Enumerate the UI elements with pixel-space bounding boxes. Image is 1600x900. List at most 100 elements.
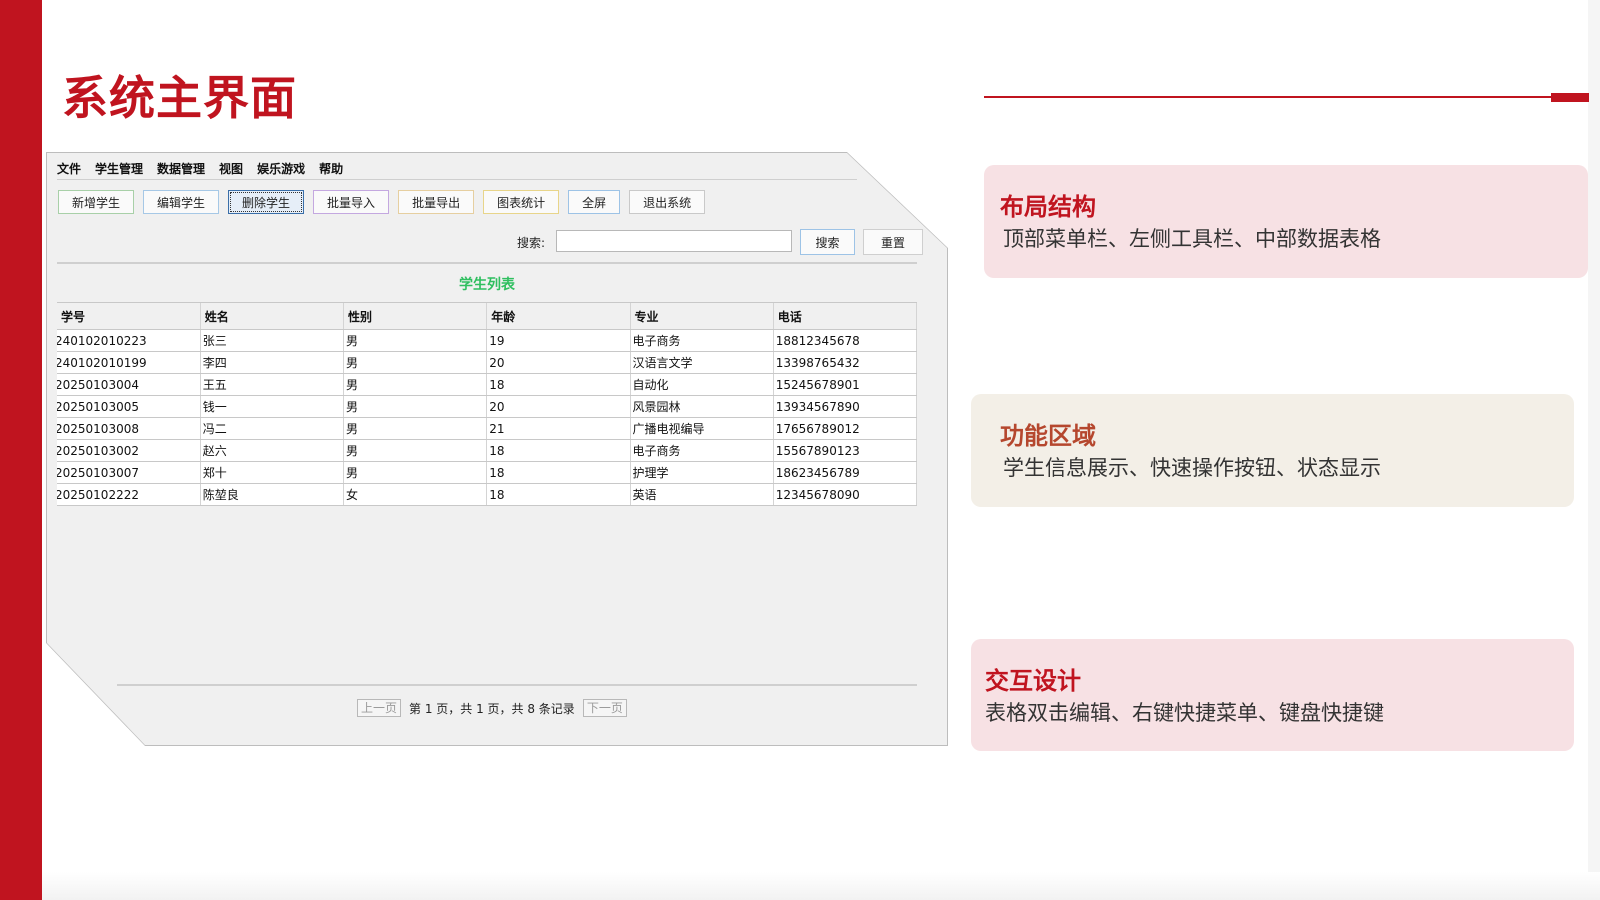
edit-student-button[interactable]: 编辑学生 xyxy=(143,190,220,214)
menu-file[interactable]: 文件 xyxy=(57,160,81,177)
exit-system-button[interactable]: 退出系统 xyxy=(629,190,706,214)
toolbar: 新增学生 编辑学生 删除学生 批量导入 批量导出 图表统计 全屏 退出系统 xyxy=(58,190,706,214)
column-header-age[interactable]: 年龄 xyxy=(486,303,631,330)
cell-phone[interactable]: 18812345678 xyxy=(773,329,918,352)
cell-gender[interactable]: 男 xyxy=(343,373,488,396)
cell-id[interactable]: 20250103004 xyxy=(57,373,201,396)
cell-gender[interactable]: 男 xyxy=(343,439,488,462)
cell-id[interactable]: 20250103002 xyxy=(57,439,201,462)
search-label: 搜索: xyxy=(517,236,546,250)
cell-gender[interactable]: 男 xyxy=(343,351,488,374)
cell-id[interactable]: 20250103007 xyxy=(57,461,201,484)
menu-bar: 文件 学生管理 数据管理 视图 娱乐游戏 帮助 xyxy=(57,157,857,180)
card-title: 布局结构 xyxy=(1000,193,1096,221)
cell-gender[interactable]: 男 xyxy=(343,417,488,440)
cell-phone[interactable]: 13934567890 xyxy=(773,395,918,418)
cell-phone[interactable]: 12345678090 xyxy=(773,483,918,506)
cell-gender[interactable]: 女 xyxy=(343,483,488,506)
table-row[interactable]: 20250103008 冯二 男 21 广播电视编导 17656789012 xyxy=(57,417,918,440)
column-header-phone[interactable]: 电话 xyxy=(773,303,918,330)
cell-major[interactable]: 风景园林 xyxy=(630,395,774,418)
fullscreen-button[interactable]: 全屏 xyxy=(568,190,621,214)
app-window: 文件 学生管理 数据管理 视图 娱乐游戏 帮助 新增学生 编辑学生 删除学生 批… xyxy=(47,153,947,745)
slide-title: 系统主界面 xyxy=(62,71,297,125)
column-header-gender[interactable]: 性别 xyxy=(343,303,488,330)
cell-major[interactable]: 护理学 xyxy=(630,461,774,484)
cell-gender[interactable]: 男 xyxy=(343,395,488,418)
cell-name[interactable]: 赵六 xyxy=(200,439,345,462)
layout-structure-card: 布局结构 顶部菜单栏、左侧工具栏、中部数据表格 xyxy=(984,165,1588,278)
cell-major[interactable]: 广播电视编导 xyxy=(630,417,774,440)
table-row[interactable]: 240102010199 李四 男 20 汉语言文学 13398765432 xyxy=(57,351,918,374)
cell-major[interactable]: 汉语言文学 xyxy=(630,351,774,374)
cell-age[interactable]: 21 xyxy=(486,417,631,440)
cell-phone[interactable]: 13398765432 xyxy=(773,351,918,374)
prev-page-button[interactable]: 上一页 xyxy=(357,699,402,717)
column-header-id[interactable]: 学号 xyxy=(57,303,201,330)
pagination: 上一页 第 1 页，共 1 页，共 8 条记录 下一页 xyxy=(357,699,627,717)
cell-age[interactable]: 19 xyxy=(486,329,631,352)
menu-data-management[interactable]: 数据管理 xyxy=(157,160,205,177)
cell-gender[interactable]: 男 xyxy=(343,461,488,484)
cell-id[interactable]: 20250102222 xyxy=(57,483,201,506)
cell-name[interactable]: 李四 xyxy=(200,351,345,374)
cell-major[interactable]: 电子商务 xyxy=(630,439,774,462)
cell-id[interactable]: 20250103005 xyxy=(57,395,201,418)
search-input[interactable] xyxy=(556,230,792,252)
pagination-status: 第 1 页，共 1 页，共 8 条记录 xyxy=(409,701,575,716)
cell-age[interactable]: 18 xyxy=(486,373,631,396)
cell-gender[interactable]: 男 xyxy=(343,329,488,352)
cell-age[interactable]: 18 xyxy=(486,461,631,484)
table-row[interactable]: 240102010223 张三 男 19 电子商务 18812345678 xyxy=(57,329,918,352)
batch-import-button[interactable]: 批量导入 xyxy=(313,190,390,214)
next-page-button[interactable]: 下一页 xyxy=(582,699,627,717)
menu-help[interactable]: 帮助 xyxy=(319,160,343,177)
cell-major[interactable]: 自动化 xyxy=(630,373,774,396)
search-button[interactable]: 搜索 xyxy=(800,229,855,255)
cell-age[interactable]: 18 xyxy=(486,483,631,506)
table-row[interactable]: 20250103004 王五 男 18 自动化 15245678901 xyxy=(57,373,918,396)
menu-student-management[interactable]: 学生管理 xyxy=(95,160,143,177)
card-title: 交互设计 xyxy=(985,667,1081,695)
cell-age[interactable]: 20 xyxy=(486,395,631,418)
right-edge-strip xyxy=(1588,0,1600,900)
cell-major[interactable]: 电子商务 xyxy=(630,329,774,352)
cell-id[interactable]: 240102010223 xyxy=(57,329,201,352)
table-row[interactable]: 20250103007 郑十 男 18 护理学 18623456789 xyxy=(57,461,918,484)
student-table: 学号 姓名 性别 年龄 专业 电话 240102010223 张三 男 19 电 xyxy=(57,302,918,506)
cell-name[interactable]: 张三 xyxy=(200,329,345,352)
cell-name[interactable]: 钱一 xyxy=(200,395,345,418)
batch-export-button[interactable]: 批量导出 xyxy=(398,190,475,214)
cell-age[interactable]: 20 xyxy=(486,351,631,374)
card-description: 表格双击编辑、右键快捷菜单、键盘快捷键 xyxy=(985,701,1384,725)
cell-name[interactable]: 郑十 xyxy=(200,461,345,484)
pager-divider xyxy=(117,684,917,686)
card-description: 顶部菜单栏、左侧工具栏、中部数据表格 xyxy=(1003,227,1381,251)
bottom-edge-strip xyxy=(42,872,1600,900)
add-student-button[interactable]: 新增学生 xyxy=(58,190,135,214)
column-header-name[interactable]: 姓名 xyxy=(200,303,345,330)
cell-age[interactable]: 18 xyxy=(486,439,631,462)
cell-major[interactable]: 英语 xyxy=(630,483,774,506)
column-header-major[interactable]: 专业 xyxy=(630,303,774,330)
cell-phone[interactable]: 15567890123 xyxy=(773,439,918,462)
cell-name[interactable]: 冯二 xyxy=(200,417,345,440)
menu-games[interactable]: 娱乐游戏 xyxy=(257,160,305,177)
interaction-design-card: 交互设计 表格双击编辑、右键快捷菜单、键盘快捷键 xyxy=(971,639,1574,751)
table-row[interactable]: 20250103005 钱一 男 20 风景园林 13934567890 xyxy=(57,395,918,418)
cell-id[interactable]: 20250103008 xyxy=(57,417,201,440)
cell-name[interactable]: 陈堃良 xyxy=(200,483,345,506)
cell-phone[interactable]: 18623456789 xyxy=(773,461,918,484)
title-divider-marker xyxy=(1551,93,1589,102)
menu-view[interactable]: 视图 xyxy=(219,160,243,177)
delete-student-button[interactable]: 删除学生 xyxy=(228,190,305,214)
cell-name[interactable]: 王五 xyxy=(200,373,345,396)
card-description: 学生信息展示、快速操作按钮、状态显示 xyxy=(1003,456,1381,480)
cell-phone[interactable]: 17656789012 xyxy=(773,417,918,440)
reset-button[interactable]: 重置 xyxy=(863,229,923,255)
table-row[interactable]: 20250103002 赵六 男 18 电子商务 15567890123 xyxy=(57,439,918,462)
cell-phone[interactable]: 15245678901 xyxy=(773,373,918,396)
table-row[interactable]: 20250102222 陈堃良 女 18 英语 12345678090 xyxy=(57,483,918,506)
chart-stats-button[interactable]: 图表统计 xyxy=(483,190,560,214)
cell-id[interactable]: 240102010199 xyxy=(57,351,201,374)
